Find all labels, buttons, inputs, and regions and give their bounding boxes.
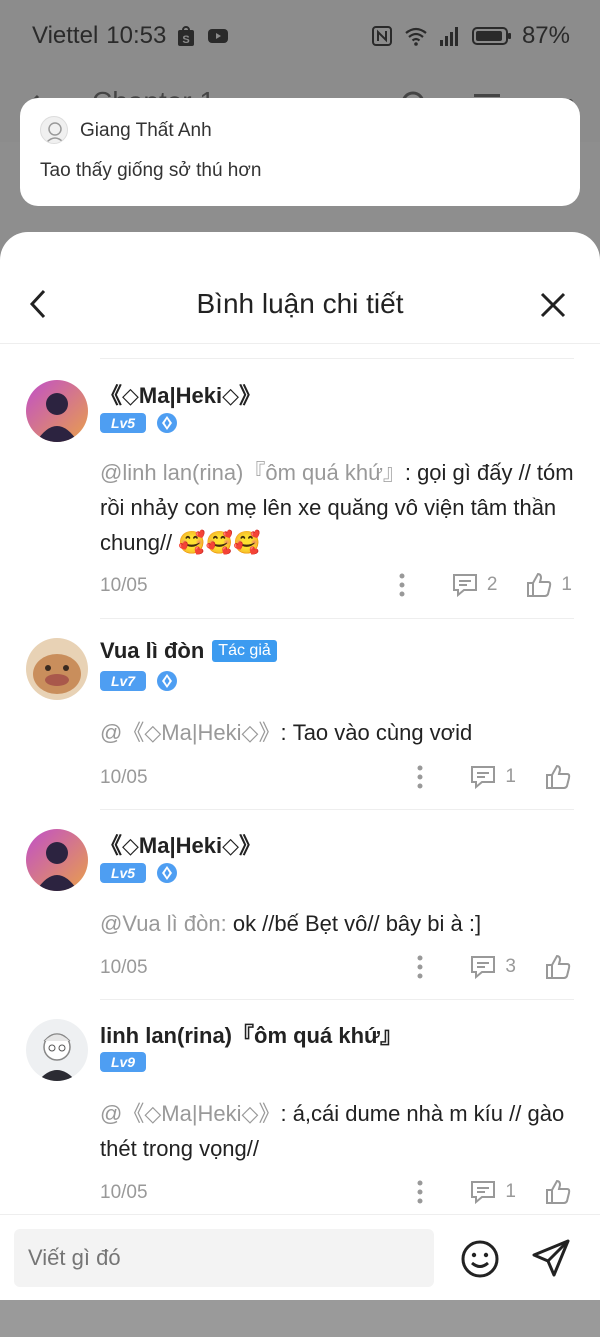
comment-icon — [452, 574, 477, 598]
thumbs-up-icon — [546, 1179, 571, 1204]
emoji-icon[interactable] — [460, 1239, 500, 1279]
shopee-icon: S — [178, 26, 195, 46]
comment-detail-sheet: Bình luận chi tiết 《◇Ma|Heki◇》 Lv5 @linh… — [0, 232, 600, 1300]
battery-icon — [471, 27, 511, 45]
sender-avatar — [40, 116, 68, 144]
mention[interactable]: @linh lan(rina)『ôm quá khứ』 — [100, 460, 405, 485]
thumbs-up-icon — [546, 764, 571, 789]
divider — [100, 999, 574, 1000]
comment-icon — [471, 956, 496, 980]
gem-badge-icon — [157, 863, 177, 883]
comment-author[interactable]: Vua lì đòn Tác giả — [100, 638, 277, 664]
user-badges: Lv7 — [100, 670, 178, 692]
more-options-icon[interactable] — [405, 1177, 435, 1207]
avatar[interactable] — [26, 1019, 88, 1081]
avatar[interactable] — [26, 829, 88, 891]
comment-actions: 1 — [405, 762, 572, 792]
divider — [100, 358, 574, 359]
comment-text: @《◇Ma|Heki◇》: á,cái dume nhà m kíu // gà… — [100, 1096, 580, 1166]
comment-date: 10/05 — [100, 767, 148, 788]
avatar[interactable] — [26, 638, 88, 700]
status-right: 87% — [370, 22, 570, 50]
comment-author[interactable]: 《◇Ma|Heki◇》 — [100, 828, 261, 860]
level-badge: Lv5 — [100, 863, 146, 883]
sheet-title: Bình luận chi tiết — [196, 288, 404, 319]
reply-count: 2 — [486, 574, 498, 595]
comment-date: 10/05 — [100, 957, 148, 978]
wifi-icon — [405, 27, 427, 46]
comment-icon — [471, 766, 496, 790]
mention[interactable]: @《◇Ma|Heki◇》 — [100, 720, 280, 745]
comment-body: ok //bế Bẹt vô// bây bi à :] — [226, 911, 482, 936]
reply-button[interactable]: 3 — [469, 953, 516, 981]
svg-text:S: S — [183, 34, 190, 46]
thumbs-up-icon — [527, 572, 552, 597]
comment-input-bar — [0, 1214, 600, 1300]
comment-actions: 1 — [405, 1177, 572, 1207]
comment-icon — [471, 1181, 496, 1205]
youtube-icon — [208, 29, 229, 43]
comment-date: 10/05 — [100, 575, 148, 596]
reply-button[interactable]: 2 — [451, 571, 498, 599]
close-icon[interactable] — [538, 290, 568, 320]
avatar[interactable] — [26, 380, 88, 442]
comment-actions: 3 — [405, 952, 572, 982]
reply-button[interactable]: 1 — [469, 1178, 516, 1206]
clock: 10:53 — [106, 22, 167, 49]
like-count: 1 — [561, 574, 572, 595]
author-tag: Tác giả — [212, 640, 277, 662]
nfc-icon — [371, 26, 392, 46]
divider — [100, 809, 574, 810]
status-bar: Viettel 10:53 S 87% — [0, 0, 600, 76]
thumbs-up-icon — [546, 954, 571, 979]
user-badges: Lv5 — [100, 412, 178, 434]
notification-toast[interactable]: Giang Thất Anh Tao thấy giống sở thú hơn — [20, 98, 580, 206]
sheet-header: Bình luận chi tiết — [0, 232, 600, 344]
comment-body: : Tao vào cùng vơid — [280, 720, 473, 745]
divider — [100, 618, 574, 619]
level-badge: Lv5 — [100, 413, 146, 433]
user-badges: Lv5 — [100, 862, 178, 884]
comment-text: @Vua lì đòn: ok //bế Bẹt vô// bây bi à :… — [100, 906, 580, 941]
reply-button[interactable]: 1 — [469, 763, 516, 791]
comment-author[interactable]: linh lan(rina)『ôm quá khứ』 — [100, 1018, 402, 1050]
level-badge: Lv7 — [100, 671, 146, 691]
comment-author[interactable]: 《◇Ma|Heki◇》 — [100, 378, 261, 410]
send-icon[interactable] — [530, 1237, 572, 1279]
user-badges: Lv9 — [100, 1052, 146, 1072]
like-button[interactable]: 1 — [525, 571, 572, 599]
comment-actions: 2 1 — [387, 570, 572, 600]
navigation-bar — [0, 1300, 600, 1337]
notification-message: Tao thấy giống sở thú hơn — [40, 160, 262, 181]
like-button[interactable] — [544, 953, 572, 981]
mention[interactable]: @Vua lì đòn: — [100, 911, 227, 936]
level-badge: Lv9 — [100, 1052, 146, 1072]
gem-badge-icon — [157, 413, 177, 433]
comment-text: @linh lan(rina)『ôm quá khứ』: gọi gì đấy … — [100, 455, 580, 560]
comment-input[interactable] — [14, 1229, 434, 1287]
carrier-label: Viettel — [32, 22, 99, 49]
author-name: Vua lì đòn — [100, 638, 205, 663]
more-options-icon[interactable] — [405, 952, 435, 982]
like-button[interactable] — [544, 763, 572, 791]
gem-badge-icon — [157, 671, 177, 691]
comment-text: @《◇Ma|Heki◇》: Tao vào cùng vơid — [100, 715, 580, 750]
like-button[interactable] — [544, 1178, 572, 1206]
reply-count: 3 — [505, 956, 516, 977]
reply-count: 1 — [505, 766, 516, 787]
more-options-icon[interactable] — [405, 762, 435, 792]
status-left: Viettel 10:53 S — [32, 22, 230, 50]
notification-sender: Giang Thất Anh — [80, 120, 212, 141]
battery-percent: 87% — [521, 22, 570, 49]
reply-count: 1 — [505, 1181, 516, 1202]
signal-icon — [439, 27, 458, 46]
mention[interactable]: @《◇Ma|Heki◇》 — [100, 1101, 280, 1126]
more-options-icon[interactable] — [387, 570, 417, 600]
comment-date: 10/05 — [100, 1182, 148, 1203]
